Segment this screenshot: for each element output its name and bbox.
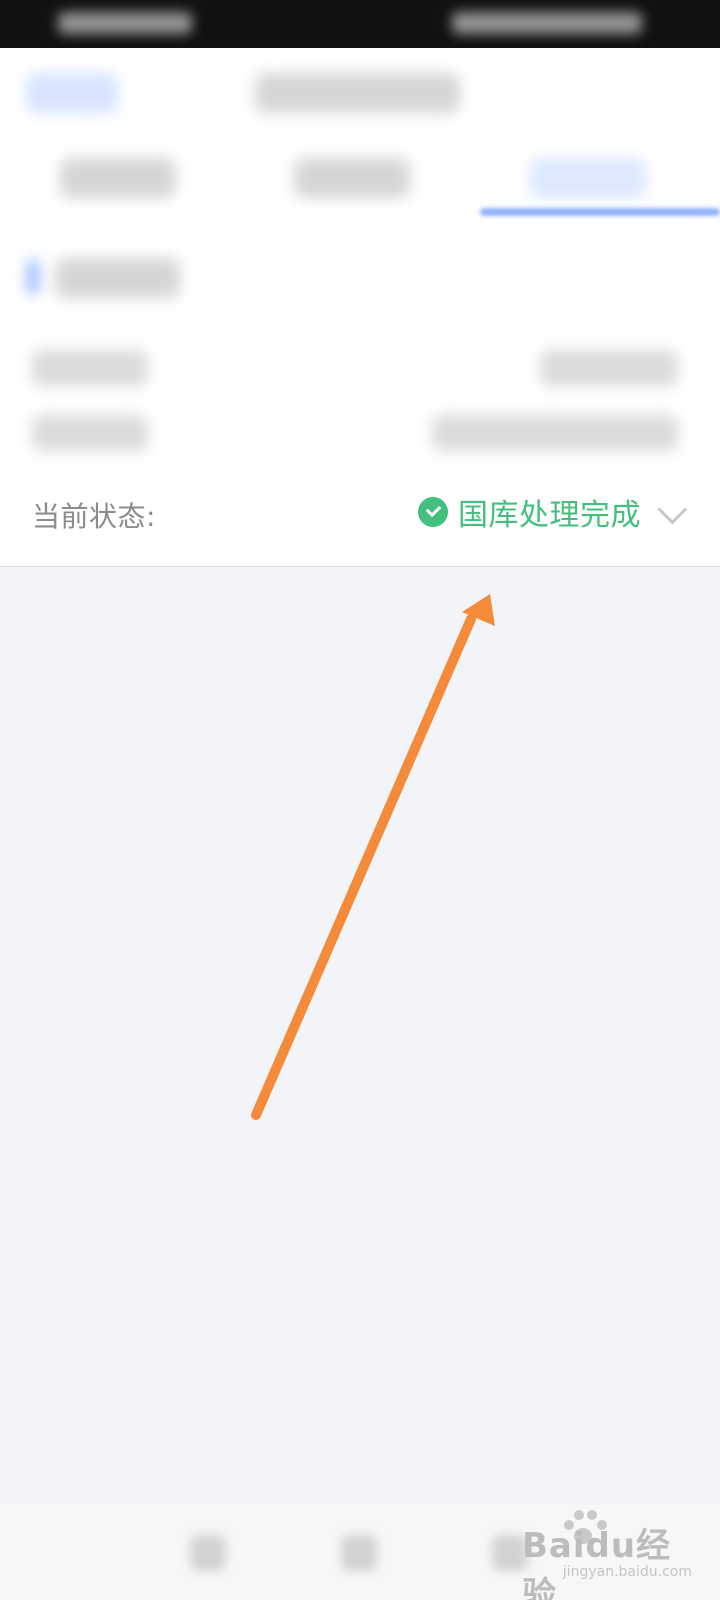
header <box>0 48 720 134</box>
nav-home-icon[interactable] <box>341 1535 377 1571</box>
status-bar-left-blur <box>58 12 192 34</box>
chevron-down-icon <box>657 494 688 525</box>
status-row[interactable]: 当前状态: 国库处理完成 <box>0 483 720 543</box>
check-circle-icon <box>418 497 448 527</box>
back-button[interactable] <box>26 73 118 113</box>
status-label: 当前状态: <box>32 500 156 533</box>
system-navigation-bar: Baidu经验 jingyan.baidu.com <box>0 1504 720 1600</box>
tab-1[interactable] <box>60 158 176 198</box>
status-bar-right-blur <box>452 12 642 34</box>
detail-card: 当前状态: 国库处理完成 <box>0 220 720 567</box>
tab-3[interactable] <box>530 158 646 198</box>
watermark-sub-text: jingyan.baidu.com <box>562 1564 692 1580</box>
tab-2[interactable] <box>294 158 410 198</box>
status-value: 国库处理完成 <box>458 498 641 533</box>
row-1-label <box>32 350 148 386</box>
row-2-label <box>32 415 148 451</box>
annotation-arrowhead <box>462 594 495 626</box>
row-2-value <box>432 415 678 451</box>
tab-bar <box>0 134 720 221</box>
watermark-main-text: Baidu经验 <box>522 1526 672 1600</box>
status-dropdown[interactable]: 国库处理完成 <box>418 492 688 533</box>
section-title <box>55 258 180 298</box>
section-marker <box>28 260 38 294</box>
status-bar <box>0 0 720 48</box>
screen: 当前状态: 国库处理完成 Baidu经验 jingyan.baidu.com <box>0 0 720 1600</box>
active-tab-indicator <box>480 208 720 216</box>
row-1-value <box>540 350 678 386</box>
baidu-watermark: Baidu经验 jingyan.baidu.com <box>522 1510 702 1600</box>
page-title <box>255 73 460 113</box>
annotation-arrow-line <box>251 614 476 1120</box>
nav-back-icon[interactable] <box>190 1535 226 1571</box>
